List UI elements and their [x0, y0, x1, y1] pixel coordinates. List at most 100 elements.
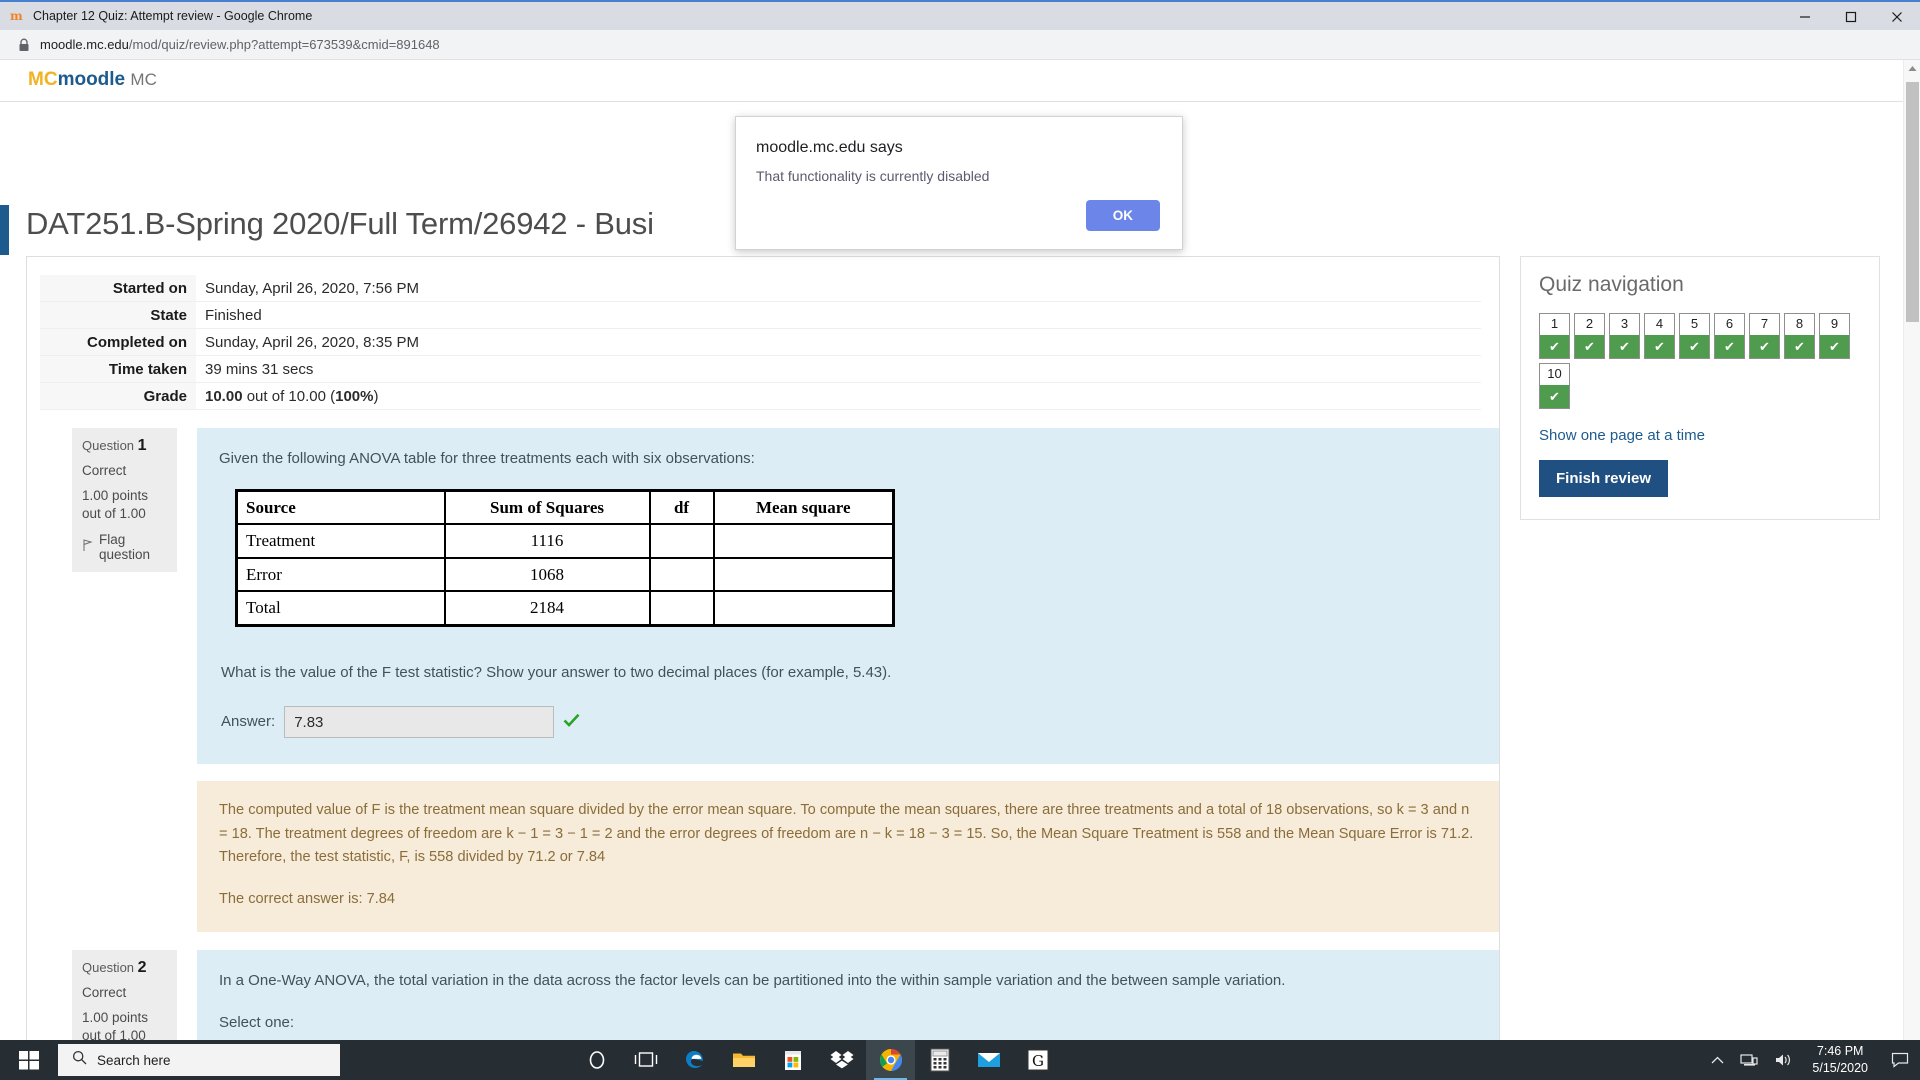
nav-question-number: 5: [1691, 316, 1698, 332]
answer-input[interactable]: [284, 706, 554, 738]
page-viewport: MCmoodle MC DAT251.B-Spring 2020/Full Te…: [0, 60, 1920, 1056]
flag-question-link[interactable]: Flag question: [82, 532, 167, 562]
check-icon: ✔: [1575, 335, 1604, 358]
dialog-ok-button[interactable]: OK: [1086, 200, 1160, 231]
attempt-summary-table: Started on Sunday, April 26, 2020, 7:56 …: [40, 275, 1481, 410]
table-row: Error 1068: [237, 558, 894, 592]
dropbox-icon[interactable]: [817, 1040, 866, 1080]
question-1-feedback: The computed value of F is the treatment…: [197, 781, 1499, 932]
chrome-window: m Chapter 12 Quiz: Attempt review - Goog…: [0, 0, 1920, 1056]
scroll-up-arrow-icon[interactable]: [1904, 60, 1920, 77]
summary-label: State: [40, 302, 196, 329]
action-center-icon[interactable]: [1880, 1052, 1920, 1068]
anova-cell-ss: 2184: [445, 591, 650, 625]
calculator-icon[interactable]: [915, 1040, 964, 1080]
show-one-page-link[interactable]: Show one page at a time: [1539, 427, 1861, 444]
browser-tab-title: Chapter 12 Quiz: Attempt review - Google…: [33, 9, 312, 23]
window-titlebar: m Chapter 12 Quiz: Attempt review - Goog…: [0, 0, 1920, 30]
question-1-info: Question 1 Correct 1.00 points out of 1.…: [72, 428, 177, 572]
nav-question-2[interactable]: 2✔: [1574, 313, 1605, 359]
check-icon: ✔: [1785, 335, 1814, 358]
question-number: Question 2: [82, 959, 167, 977]
dialog-actions: OK: [736, 184, 1182, 249]
cortana-icon[interactable]: [572, 1040, 621, 1080]
windows-taskbar: Search here: [0, 1040, 1920, 1080]
nav-question-4[interactable]: 4✔: [1644, 313, 1675, 359]
nav-question-6[interactable]: 6✔: [1714, 313, 1745, 359]
anova-header-df: df: [650, 490, 714, 524]
moodle-favicon-icon: m: [10, 8, 26, 24]
browser-toolbar: moodle.mc.edu/mod/quiz/review.php?attemp…: [0, 30, 1920, 60]
table-row: Treatment 1116: [237, 524, 894, 558]
anova-cell-source: Error: [237, 558, 445, 592]
svg-text:G: G: [1032, 1052, 1044, 1070]
nav-question-7[interactable]: 7✔: [1749, 313, 1780, 359]
anova-header-source: Source: [237, 490, 445, 524]
edge-icon[interactable]: [670, 1040, 719, 1080]
task-view-icon[interactable]: [621, 1040, 670, 1080]
chrome-icon[interactable]: [866, 1040, 915, 1080]
question-marks: 1.00 points out of 1.00: [82, 487, 167, 523]
check-icon: ✔: [1820, 335, 1849, 358]
close-button[interactable]: [1874, 2, 1920, 32]
search-input[interactable]: Search here: [58, 1044, 340, 1076]
check-icon: ✔: [1540, 335, 1569, 358]
mail-icon[interactable]: [964, 1040, 1013, 1080]
volume-icon[interactable]: [1766, 1052, 1800, 1068]
summary-label: Time taken: [40, 356, 196, 383]
question-1-prompt: What is the value of the F test statisti…: [221, 662, 1477, 685]
feedback-explanation: The computed value of F is the treatment…: [219, 799, 1477, 870]
network-icon[interactable]: [1732, 1052, 1766, 1068]
nav-question-5[interactable]: 5✔: [1679, 313, 1710, 359]
window-controls: [1782, 2, 1920, 32]
answer-label: Answer:: [221, 711, 275, 734]
nav-question-10[interactable]: 10✔: [1539, 363, 1570, 409]
nav-question-number: 1: [1551, 316, 1558, 332]
table-row: Time taken 39 mins 31 secs: [40, 356, 1481, 383]
finish-review-button[interactable]: Finish review: [1539, 460, 1668, 497]
nav-question-3[interactable]: 3✔: [1609, 313, 1640, 359]
nav-question-9[interactable]: 9✔: [1819, 313, 1850, 359]
microsoft-store-icon[interactable]: [768, 1040, 817, 1080]
lock-icon: [18, 38, 30, 52]
question-number: Question 1: [82, 437, 167, 455]
scrollbar-thumb[interactable]: [1906, 82, 1919, 322]
search-icon: [72, 1050, 87, 1070]
table-header-row: Source Sum of Squares df Mean square: [237, 490, 894, 524]
file-explorer-icon[interactable]: [719, 1040, 768, 1080]
anova-cell-df: [650, 558, 714, 592]
check-icon: ✔: [1540, 385, 1569, 408]
minimize-button[interactable]: [1782, 2, 1828, 32]
brand-suffix: MC: [130, 70, 156, 89]
page-scrollbar-vertical[interactable]: [1903, 60, 1920, 1056]
brand-mc: MC: [28, 69, 58, 90]
table-row: State Finished: [40, 302, 1481, 329]
green-check-icon: [563, 713, 580, 731]
anova-cell-ss: 1068: [445, 558, 650, 592]
summary-value: Sunday, April 26, 2020, 8:35 PM: [196, 329, 1481, 356]
summary-value: Sunday, April 26, 2020, 7:56 PM: [196, 275, 1481, 302]
nav-question-1[interactable]: 1✔: [1539, 313, 1570, 359]
flag-icon: [82, 539, 93, 555]
show-hidden-icons-chevron[interactable]: [1703, 1056, 1732, 1065]
nav-question-number: 4: [1656, 316, 1663, 332]
site-header: MCmoodle MC: [0, 60, 1903, 102]
address-bar[interactable]: moodle.mc.edu/mod/quiz/review.php?attemp…: [40, 37, 440, 52]
windows-start-icon[interactable]: [0, 1040, 58, 1080]
nav-question-8[interactable]: 8✔: [1784, 313, 1815, 359]
taskbar-clock[interactable]: 7:46 PM 5/15/2020: [1800, 1043, 1880, 1077]
question-state: Correct: [82, 463, 167, 478]
browser-tab[interactable]: m Chapter 12 Quiz: Attempt review - Goog…: [0, 8, 312, 24]
grammarly-icon[interactable]: G: [1013, 1040, 1062, 1080]
check-icon: ✔: [1750, 335, 1779, 358]
maximize-button[interactable]: [1828, 2, 1874, 32]
nav-question-number: 8: [1796, 316, 1803, 332]
title-accent-bar: [0, 205, 9, 255]
grade-value: 10.00 out of 10.00 (100%): [196, 383, 1481, 410]
select-one-label: Select one:: [219, 1012, 1477, 1035]
question-button-grid: 1✔ 2✔ 3✔ 4✔ 5✔ 6✔ 7✔ 8✔ 9✔ 10✔: [1539, 313, 1869, 409]
clock-date: 5/15/2020: [1812, 1060, 1868, 1077]
moodle-brand-logo[interactable]: MCmoodle MC: [28, 69, 157, 91]
anova-cell-ms: [714, 524, 894, 558]
check-icon: ✔: [1715, 335, 1744, 358]
